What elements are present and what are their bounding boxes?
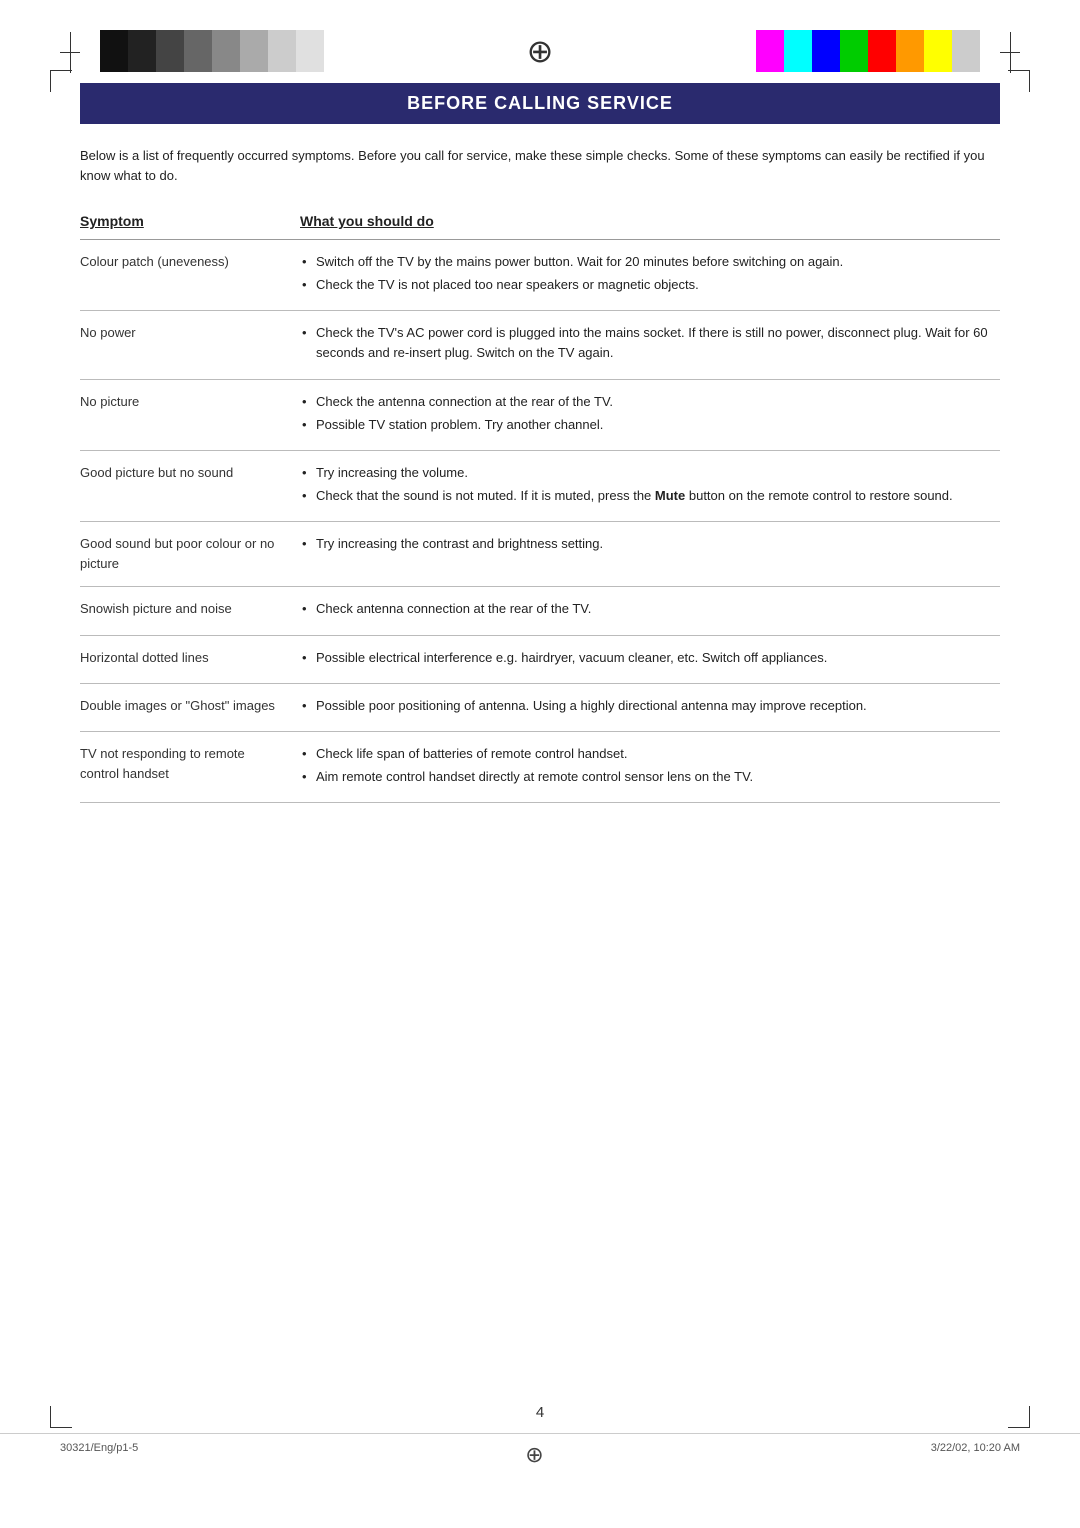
gray-bar-5 [212, 30, 240, 72]
left-reg-mark [60, 32, 80, 73]
right-reg-mark [1000, 32, 1020, 73]
solution-cell: Possible electrical interference e.g. ha… [300, 635, 1000, 683]
reg-line-3 [70, 53, 71, 73]
corner-mark-tl [50, 70, 72, 92]
reg-line-1 [70, 32, 71, 52]
color-bar-magenta [756, 30, 784, 72]
solution-list: Check the TV's AC power cord is plugged … [300, 323, 1000, 363]
color-bar-cyan [784, 30, 812, 72]
header-row: Symptom What you should do [80, 213, 1000, 240]
footer-crosshair: ⊕ [525, 1442, 543, 1468]
page-title: BEFORE CALLING SERVICE [80, 83, 1000, 124]
solution-cell: Try increasing the contrast and brightne… [300, 522, 1000, 587]
gray-bar-1 [100, 30, 128, 72]
symptom-cell: No power [80, 311, 300, 379]
solution-list: Check the antenna connection at the rear… [300, 392, 1000, 435]
symptom-cell: TV not responding to remote control hand… [80, 731, 300, 802]
solution-cell: Check antenna connection at the rear of … [300, 587, 1000, 635]
table-row: TV not responding to remote control hand… [80, 731, 1000, 802]
table-header: Symptom What you should do [80, 213, 1000, 240]
solution-list: Possible electrical interference e.g. ha… [300, 648, 1000, 668]
solution-list: Try increasing the volume. Check that the… [300, 463, 1000, 506]
solution-cell: Check the TV's AC power cord is plugged … [300, 311, 1000, 379]
solution-cell: Switch off the TV by the mains power but… [300, 240, 1000, 311]
solution-list: Try increasing the contrast and brightne… [300, 534, 1000, 554]
footer-right: 3/22/02, 10:20 AM [931, 1442, 1020, 1468]
bottom-area: 4 30321/Eng/p1-5 ⊕ 3/22/02, 10:20 AM [0, 1404, 1080, 1468]
intro-text: Below is a list of frequently occurred s… [80, 146, 1000, 185]
solution-item: Try increasing the volume. [300, 463, 1000, 483]
symptom-cell: No picture [80, 379, 300, 450]
symptom-table: Symptom What you should do Colour patch … [80, 213, 1000, 803]
solution-list: Check antenna connection at the rear of … [300, 599, 1000, 619]
symptom-col-header: Symptom [80, 213, 300, 240]
solution-cell: Check the antenna connection at the rear… [300, 379, 1000, 450]
table-row: Good picture but no soundTry increasing … [80, 450, 1000, 521]
solution-item: Aim remote control handset directly at r… [300, 767, 1000, 787]
color-bars-right [756, 30, 980, 72]
color-bar-gray [952, 30, 980, 72]
solution-list: Check life span of batteries of remote c… [300, 744, 1000, 787]
color-bar-red [868, 30, 896, 72]
solution-item: Try increasing the contrast and brightne… [300, 534, 1000, 554]
gray-bar-8 [296, 30, 324, 72]
symptom-cell: Good picture but no sound [80, 450, 300, 521]
solution-item: Possible TV station problem. Try another… [300, 415, 1000, 435]
table-body: Colour patch (uneveness)Switch off the T… [80, 240, 1000, 803]
top-decorative-area: ⊕ [0, 0, 1080, 73]
table-row: Colour patch (uneveness)Switch off the T… [80, 240, 1000, 311]
solution-cell: Check life span of batteries of remote c… [300, 731, 1000, 802]
mute-bold: Mute [655, 488, 685, 503]
page-number: 4 [536, 1404, 544, 1421]
solution-item: Check the antenna connection at the rear… [300, 392, 1000, 412]
main-content: BEFORE CALLING SERVICE Below is a list o… [0, 73, 1080, 843]
gray-bar-6 [240, 30, 268, 72]
table-row: Double images or "Ghost" imagesPossible … [80, 683, 1000, 731]
symptom-cell: Horizontal dotted lines [80, 635, 300, 683]
reg-line-r3 [1010, 53, 1011, 73]
gray-bar-4 [184, 30, 212, 72]
solution-cell: Possible poor positioning of antenna. Us… [300, 683, 1000, 731]
solution-item: Possible poor positioning of antenna. Us… [300, 696, 1000, 716]
grayscale-bars [100, 30, 324, 72]
table-row: No pictureCheck the antenna connection a… [80, 379, 1000, 450]
footer-info: 30321/Eng/p1-5 ⊕ 3/22/02, 10:20 AM [0, 1433, 1080, 1468]
center-crosshair-area: ⊕ [324, 35, 756, 67]
gray-bar-3 [156, 30, 184, 72]
reg-line-r1 [1010, 32, 1011, 52]
solution-list: Switch off the TV by the mains power but… [300, 252, 1000, 295]
table-row: Snowish picture and noiseCheck antenna c… [80, 587, 1000, 635]
solution-item: Switch off the TV by the mains power but… [300, 252, 1000, 272]
solution-list: Possible poor positioning of antenna. Us… [300, 696, 1000, 716]
symptom-cell: Good sound but poor colour or no picture [80, 522, 300, 587]
color-bar-yellow [924, 30, 952, 72]
solution-item: Possible electrical interference e.g. ha… [300, 648, 1000, 668]
color-bar-blue [812, 30, 840, 72]
gray-bar-2 [128, 30, 156, 72]
solution-item: Check life span of batteries of remote c… [300, 744, 1000, 764]
solution-item: Check the TV's AC power cord is plugged … [300, 323, 1000, 363]
solution-cell: Try increasing the volume. Check that the… [300, 450, 1000, 521]
what-col-header: What you should do [300, 213, 1000, 240]
table-row: Horizontal dotted linesPossible electric… [80, 635, 1000, 683]
gray-bar-7 [268, 30, 296, 72]
symptom-cell: Colour patch (uneveness) [80, 240, 300, 311]
table-row: Good sound but poor colour or no picture… [80, 522, 1000, 587]
page-wrapper: ⊕ BEFORE CALLING SERVICE Below is a list… [0, 0, 1080, 1528]
crosshair-symbol: ⊕ [527, 35, 554, 67]
solution-item: Check that the sound is not muted. If it… [300, 486, 1000, 506]
color-bar-green [840, 30, 868, 72]
footer-left: 30321/Eng/p1-5 [60, 1442, 138, 1468]
solution-item: Check antenna connection at the rear of … [300, 599, 1000, 619]
symptom-cell: Double images or "Ghost" images [80, 683, 300, 731]
symptom-cell: Snowish picture and noise [80, 587, 300, 635]
color-bar-orange [896, 30, 924, 72]
table-row: No powerCheck the TV's AC power cord is … [80, 311, 1000, 379]
solution-item: Check the TV is not placed too near spea… [300, 275, 1000, 295]
corner-mark-tr [1008, 70, 1030, 92]
